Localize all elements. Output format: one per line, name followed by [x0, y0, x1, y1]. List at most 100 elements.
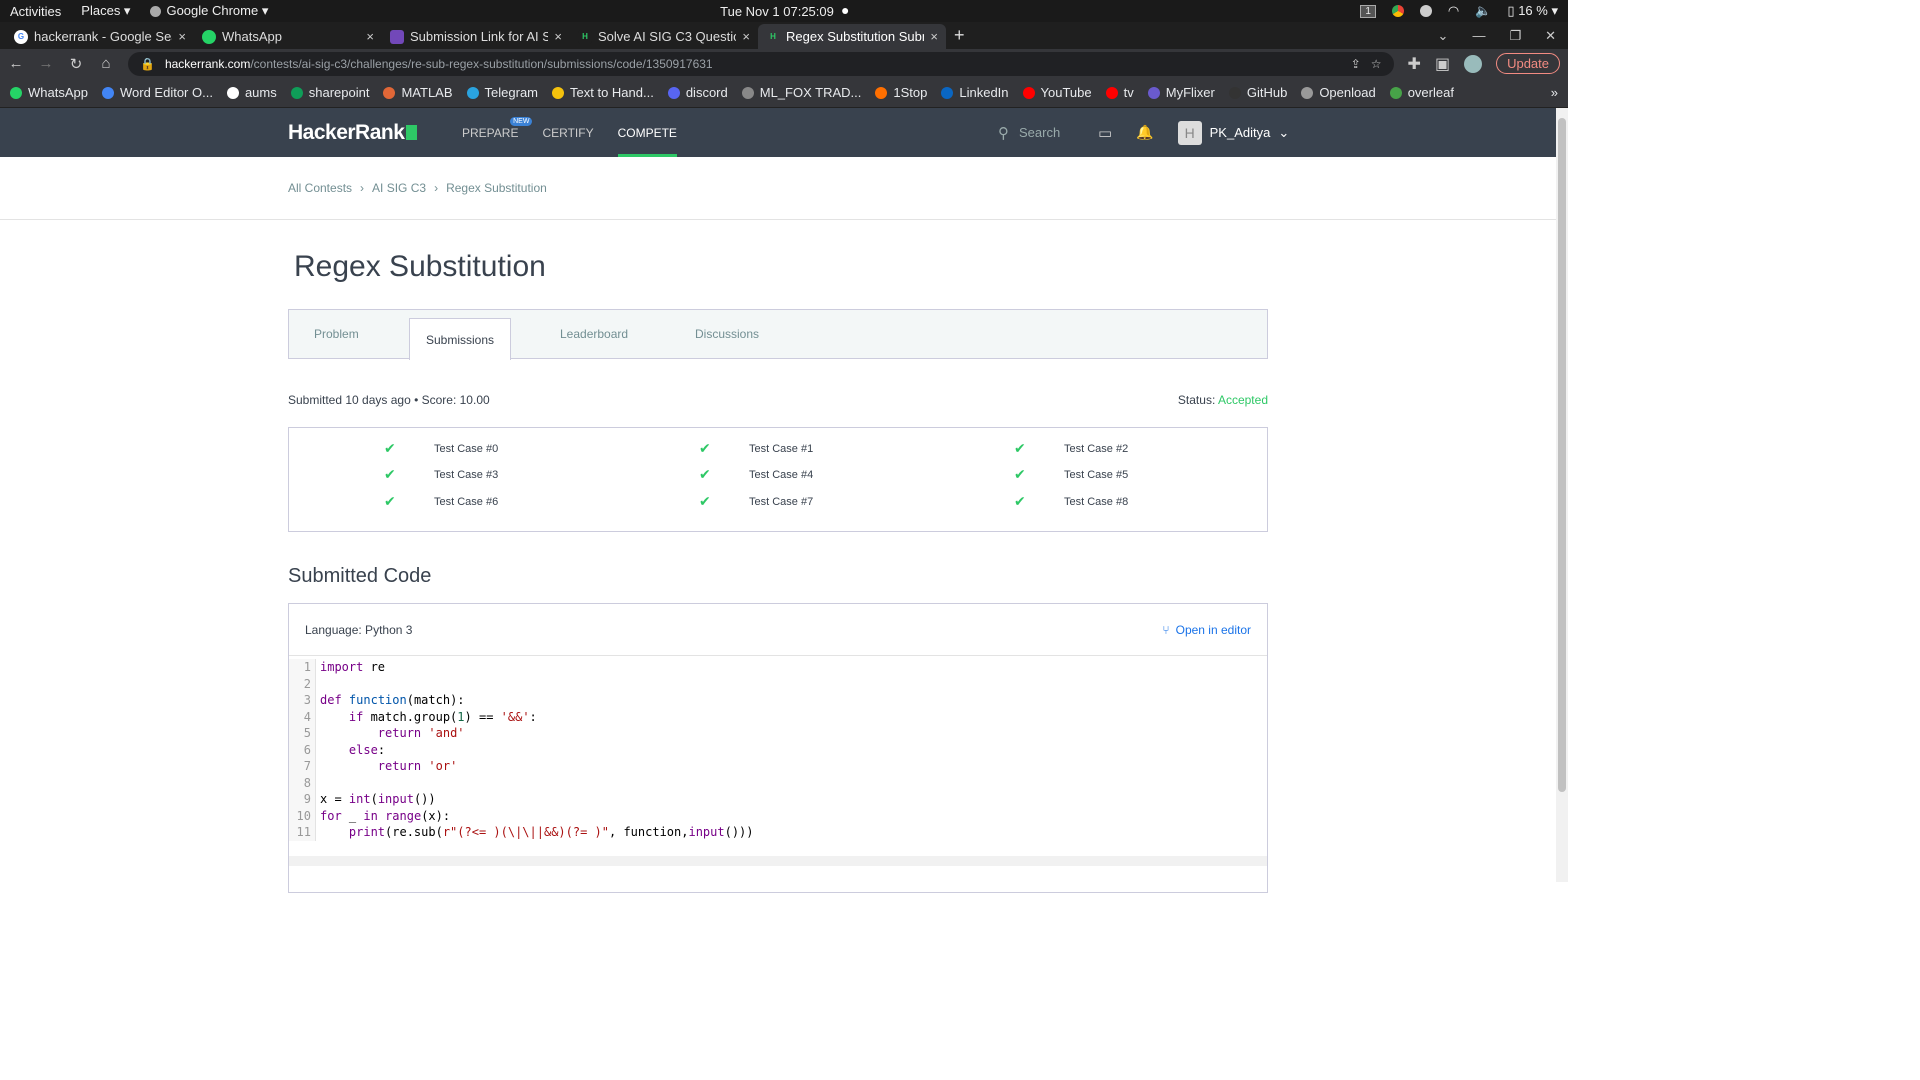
- close-tab-icon[interactable]: ×: [554, 29, 562, 44]
- bookmark-item[interactable]: WhatsApp: [10, 85, 88, 100]
- horizontal-scrollbar[interactable]: [289, 856, 1267, 866]
- branch-icon: ⑂: [1162, 622, 1170, 637]
- bookmark-item[interactable]: MATLAB: [383, 85, 453, 100]
- tab-leaderboard[interactable]: Leaderboard: [560, 310, 628, 358]
- bookmark-item[interactable]: GitHub: [1228, 85, 1287, 100]
- code-line: def function(match):: [320, 693, 465, 707]
- open-in-editor-link[interactable]: ⑂ Open in editor: [1162, 623, 1251, 637]
- app-menu[interactable]: Google Chrome ▾: [150, 3, 268, 19]
- breadcrumb-contest[interactable]: AI SIG C3: [372, 181, 426, 195]
- bookmark-favicon-icon: [1105, 86, 1118, 99]
- forward-icon[interactable]: →: [38, 55, 54, 72]
- bookmark-item[interactable]: MyFlixer: [1147, 85, 1215, 100]
- close-window-icon[interactable]: ✕: [1545, 28, 1556, 44]
- activities-button[interactable]: Activities: [10, 4, 61, 19]
- nav-prepare[interactable]: PREPARE NEW: [462, 108, 533, 157]
- workspace-indicator[interactable]: 1: [1360, 4, 1376, 18]
- bookmark-item[interactable]: sharepoint: [290, 85, 369, 100]
- check-icon: ✔: [1014, 466, 1026, 482]
- code-line: import re: [320, 660, 386, 674]
- browser-tab-google[interactable]: G hackerrank - Google Searc ×: [6, 24, 194, 49]
- extensions-icon[interactable]: ✚: [1408, 54, 1421, 74]
- clock-text: Tue Nov 1 07:25:09: [720, 3, 834, 19]
- bookmark-item[interactable]: aums: [226, 85, 277, 100]
- bookmark-item[interactable]: Telegram: [466, 85, 538, 100]
- profile-avatar[interactable]: [1464, 54, 1483, 73]
- chrome-tray-icon[interactable]: [1391, 5, 1404, 17]
- bookmarks-bar: WhatsApp Word Editor O... aums sharepoint MA…: [0, 78, 1568, 108]
- close-tab-icon[interactable]: ×: [930, 29, 938, 44]
- clock[interactable]: Tue Nov 1 07:25:09: [720, 4, 848, 19]
- bookmark-item[interactable]: tv: [1105, 85, 1134, 100]
- test-case-results: ✔ Test Case #0 ✔ Test Case #1 ✔ Test Case #2 ✔…: [288, 427, 1268, 532]
- bookmark-label: 1Stop: [893, 85, 928, 100]
- close-tab-icon[interactable]: ×: [178, 29, 186, 44]
- vertical-scrollbar[interactable]: [1556, 108, 1568, 882]
- bookmark-star-icon[interactable]: ☆: [1371, 57, 1382, 71]
- search-input[interactable]: ⚲ Search: [998, 124, 1074, 142]
- nav-certify[interactable]: CERTIFY: [542, 108, 593, 157]
- test-case-label: Test Case #1: [749, 442, 814, 455]
- bookmark-favicon-icon: [383, 86, 396, 99]
- close-tab-icon[interactable]: ×: [366, 29, 374, 44]
- scrollbar-thumb[interactable]: [1558, 118, 1566, 792]
- url-bar[interactable]: 🔒 hackerrank.com/contests/ai-sig-c3/chal…: [128, 51, 1394, 76]
- minimize-icon[interactable]: —: [1472, 28, 1485, 44]
- tab-problem[interactable]: Problem: [314, 310, 359, 358]
- user-menu[interactable]: H PK_Aditya ⌄: [1177, 120, 1289, 145]
- battery-status[interactable]: ▯ 16 % ▾: [1507, 3, 1558, 19]
- tray-app-icon[interactable]: [1419, 5, 1432, 17]
- bookmark-item[interactable]: ML_FOX TRAD...: [741, 85, 861, 100]
- tab-search-chevron-icon[interactable]: ⌄: [1438, 28, 1449, 44]
- tab-discussions[interactable]: Discussions: [695, 310, 759, 358]
- back-icon[interactable]: ←: [8, 55, 24, 72]
- hackerrank-logo[interactable]: HackerRank: [288, 121, 418, 145]
- test-case-label: Test Case #7: [749, 495, 814, 508]
- bookmark-item[interactable]: Openload: [1301, 85, 1376, 100]
- wifi-icon[interactable]: ◠: [1448, 3, 1459, 19]
- new-tab-button[interactable]: +: [954, 25, 965, 46]
- browser-tab-whatsapp[interactable]: WhatsApp ×: [194, 24, 382, 49]
- notifications-bell-icon[interactable]: 🔔: [1136, 124, 1153, 141]
- tab-submissions[interactable]: Submissions: [409, 318, 512, 360]
- browser-tab-forms[interactable]: Submission Link for AI SIG ×: [382, 24, 570, 49]
- new-badge: NEW: [510, 117, 533, 126]
- battery-text: 16 %: [1518, 3, 1548, 18]
- check-icon: ✔: [699, 493, 711, 509]
- side-panel-icon[interactable]: ▣: [1435, 54, 1450, 74]
- browser-tab-hackerrank-questions[interactable]: H Solve AI SIG C3 Questions ×: [570, 24, 758, 49]
- home-icon[interactable]: ⌂: [98, 55, 114, 72]
- browser-tab-regex-substitution[interactable]: H Regex Substitution Subm ×: [758, 24, 946, 49]
- share-icon[interactable]: ⇪: [1351, 57, 1361, 71]
- code-viewer[interactable]: 1 2 3 4 5 6 7 8 9 10 11 import re def function(matc…: [289, 656, 1267, 841]
- bookmark-item[interactable]: LinkedIn: [941, 85, 1009, 100]
- nav-compete[interactable]: COMPETE: [617, 108, 677, 157]
- line-number-gutter: 1 2 3 4 5 6 7 8 9 10 11: [289, 659, 316, 841]
- tab-title: Solve AI SIG C3 Questions: [598, 29, 736, 44]
- open-in-editor-label: Open in editor: [1175, 622, 1251, 637]
- bookmark-item[interactable]: Text to Hand...: [552, 85, 654, 100]
- check-icon: ✔: [1014, 493, 1026, 509]
- close-tab-icon[interactable]: ×: [742, 29, 750, 44]
- messages-icon[interactable]: ▭: [1098, 124, 1112, 142]
- bookmark-item[interactable]: YouTube: [1022, 85, 1092, 100]
- bookmark-label: aums: [244, 85, 277, 100]
- breadcrumb-all-contests[interactable]: All Contests: [288, 181, 352, 195]
- bookmark-item[interactable]: overleaf: [1389, 85, 1454, 100]
- bookmark-item[interactable]: Word Editor O...: [101, 85, 213, 100]
- restore-icon[interactable]: ❐: [1509, 28, 1521, 44]
- username: PK_Aditya: [1209, 125, 1271, 140]
- bookmark-label: LinkedIn: [959, 85, 1009, 100]
- update-button[interactable]: Update: [1496, 53, 1560, 74]
- code-line: if match.group(1) == '&&':: [348, 709, 537, 724]
- bookmark-item[interactable]: discord: [667, 85, 728, 100]
- reload-icon[interactable]: ↻: [68, 55, 84, 73]
- volume-icon[interactable]: 🔈: [1475, 3, 1491, 19]
- more-bookmarks-icon[interactable]: »: [1551, 85, 1558, 100]
- breadcrumb-challenge[interactable]: Regex Substitution: [446, 181, 547, 195]
- bookmark-label: Word Editor O...: [119, 85, 213, 100]
- line-number: 1: [303, 660, 311, 674]
- bookmark-item[interactable]: 1Stop: [875, 85, 927, 100]
- places-menu[interactable]: Places ▾: [81, 3, 130, 19]
